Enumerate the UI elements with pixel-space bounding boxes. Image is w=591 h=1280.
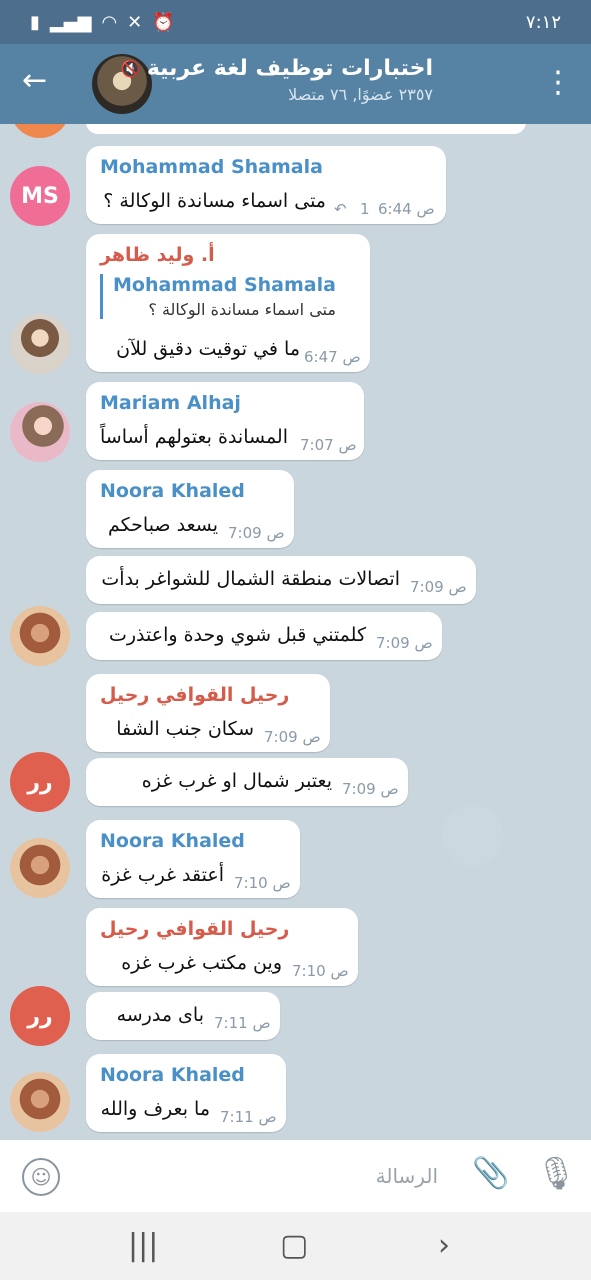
chat-title-row: 🔇 اختبارات توظيف لغة عربية [121, 56, 433, 81]
message-text: أعتقد غرب غزة [101, 864, 224, 886]
avatar[interactable] [10, 402, 70, 462]
message-bubble[interactable]: رحيل القوافي رحيل سكان جنب الشفا 7:09 ص [86, 674, 330, 752]
message-bubble[interactable]: Noora Khaled ما بعرف والله 7:11 ص [86, 1054, 286, 1132]
avatar[interactable]: رر [10, 752, 70, 812]
avatar[interactable] [10, 838, 70, 898]
message-time: 7:09 ص [410, 578, 467, 596]
message-time: 7:09 ص [228, 524, 285, 542]
sender-name[interactable]: Mariam Alhaj [100, 392, 241, 414]
message-time: 6:47 ص [304, 348, 361, 366]
sender-name[interactable]: Mohammad Shamala [100, 156, 323, 178]
message-text: اتصالات منطقة الشمال للشواغر بدأت [101, 568, 400, 590]
message-time: 7:10 ص [234, 874, 291, 892]
reply-count[interactable]: 1 [360, 200, 370, 218]
message-text: وين مكتب غرب غزه [121, 952, 282, 974]
sender-name[interactable]: أ. وليد ظاهر [100, 244, 215, 266]
message-text: سكان جنب الشفا [116, 718, 254, 740]
chat-title-block[interactable]: 🔇 اختبارات توظيف لغة عربية ٢٣٥٧ عضوًا, ٧… [121, 56, 433, 104]
quote-name: Mohammad Shamala [113, 274, 336, 296]
message-composer: ☺ 📎 🎙 [0, 1140, 591, 1212]
message-bubble[interactable]: Mariam Alhaj المساندة بعتولهم أساساً 7:0… [86, 382, 364, 460]
message-text: ما في توقيت دقيق للآن [116, 338, 300, 360]
message-text: يعتبر شمال او غرب غزه [141, 770, 332, 792]
message-bubble[interactable]: باى مدرسه 7:11 ص [86, 992, 280, 1040]
message-time: 7:11 ص [220, 1108, 277, 1126]
sender-name[interactable]: رحيل القوافي رحيل [100, 918, 289, 940]
message-list[interactable]: MS Mohammad Shamala متى اسماء مساندة الو… [0, 124, 591, 1140]
message-time: 7:09 ص [264, 728, 321, 746]
quote-text: متى اسماء مساندة الوكالة ؟ [148, 300, 336, 319]
message-bubble[interactable]: Noora Khaled أعتقد غرب غزة 7:10 ص [86, 820, 300, 898]
emoji-icon[interactable]: ☺ [22, 1158, 60, 1196]
avatar[interactable] [10, 314, 70, 374]
chat-subtitle: ٢٣٥٧ عضوًا, ٧٦ متصلا [288, 85, 433, 104]
message-time: 7:09 ص [342, 780, 399, 798]
status-time: ٧:١٢ [525, 12, 561, 33]
avatar[interactable] [10, 606, 70, 666]
reply-arrow-icon[interactable]: ↶ [334, 200, 347, 218]
status-icons: ▮ ▂▄▆ ◠ ✕ ⏰ [30, 12, 175, 33]
attach-icon[interactable]: 📎 [472, 1156, 509, 1191]
sender-name[interactable]: Noora Khaled [100, 1064, 245, 1086]
battery-icon: ▮ [30, 12, 40, 33]
message-bubble[interactable]: كلمتني قبل شوي وحدة واعتذرت 7:09 ص [86, 612, 442, 660]
message-text: كلمتني قبل شوي وحدة واعتذرت [108, 624, 366, 646]
message-time: 6:44 ص [378, 200, 435, 218]
message-bubble[interactable]: Noora Khaled يسعد صباحكم 7:09 ص [86, 470, 294, 548]
avatar[interactable] [10, 124, 70, 138]
message-bubble[interactable] [86, 124, 526, 134]
message-time: 7:10 ص [292, 962, 349, 980]
avatar[interactable]: MS [10, 166, 70, 226]
chat-title: اختبارات توظيف لغة عربية [146, 56, 433, 81]
message-bubble[interactable]: اتصالات منطقة الشمال للشواغر بدأت 7:09 ص [86, 556, 476, 604]
sender-name[interactable]: Noora Khaled [100, 480, 245, 502]
back-arrow-icon[interactable]: ← [22, 66, 47, 96]
avatar[interactable] [10, 1072, 70, 1132]
message-time: 7:07 ص [300, 436, 357, 454]
more-options-icon[interactable]: ⋮ [543, 68, 573, 98]
avatar[interactable]: رر [10, 986, 70, 1046]
message-text: متى اسماء مساندة الوكالة ؟ [103, 190, 326, 212]
status-bar: ▮ ▂▄▆ ◠ ✕ ⏰ ٧:١٢ [0, 0, 591, 44]
message-bubble[interactable]: يعتبر شمال او غرب غزه 7:09 ص [86, 758, 408, 806]
sender-name[interactable]: رحيل القوافي رحيل [100, 684, 289, 706]
message-bubble[interactable]: رحيل القوافي رحيل وين مكتب غرب غزه 7:10 … [86, 908, 358, 986]
message-text: المساندة بعتولهم أساساً [100, 426, 288, 448]
mute-icon: ✕ [127, 12, 143, 33]
back-icon[interactable]: › [438, 1228, 450, 1263]
message-input[interactable] [76, 1158, 440, 1194]
wifi-icon: ◠ [101, 12, 118, 33]
alarm-icon: ⏰ [152, 12, 175, 33]
home-icon[interactable]: ▢ [280, 1228, 308, 1263]
message-time: 7:11 ص [214, 1014, 271, 1032]
message-bubble[interactable]: Mohammad Shamala متى اسماء مساندة الوكال… [86, 146, 446, 224]
signal-icon: ▂▄▆ [49, 12, 92, 33]
message-bubble[interactable]: أ. وليد ظاهر Mohammad Shamala متى اسماء … [86, 234, 370, 372]
message-text: ما بعرف والله [100, 1098, 210, 1120]
muted-icon: 🔇 [120, 59, 141, 78]
system-nav-bar: ||| ▢ › [0, 1212, 591, 1280]
microphone-icon[interactable]: 🎙 [536, 1154, 577, 1192]
message-time: 7:09 ص [376, 634, 433, 652]
message-text: يسعد صباحكم [108, 514, 218, 536]
sender-name[interactable]: Noora Khaled [100, 830, 245, 852]
chat-header: ← 🔇 اختبارات توظيف لغة عربية ٢٣٥٧ عضوًا,… [0, 44, 591, 124]
reply-quote[interactable]: Mohammad Shamala متى اسماء مساندة الوكال… [100, 274, 336, 319]
message-text: باى مدرسه [116, 1004, 204, 1026]
recent-apps-icon[interactable]: ||| [128, 1228, 158, 1263]
